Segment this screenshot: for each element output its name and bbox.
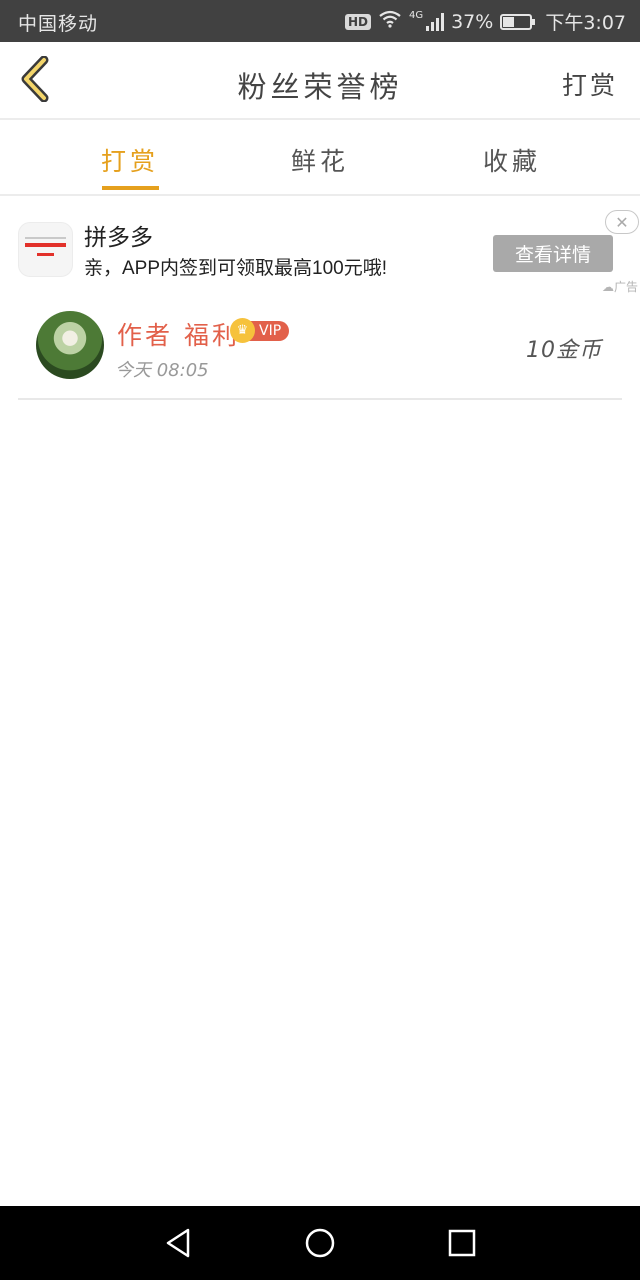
network-type: 4G — [408, 10, 424, 21]
battery-percent: 37% — [451, 10, 494, 33]
vip-label: VIP — [249, 320, 290, 341]
reward-amount: 10金币 — [526, 338, 602, 363]
clock: 下午3:07 — [545, 12, 626, 34]
active-tab-indicator — [102, 186, 159, 190]
crown-icon: ♛ — [230, 318, 255, 343]
user-name: 作者 福利 — [117, 321, 240, 350]
signal-icon — [426, 12, 445, 31]
status-icons: HD 4G 37% 下午3:07 — [344, 8, 626, 35]
cloud-icon: ☁ — [601, 280, 614, 294]
triangle-back-icon[interactable] — [160, 1225, 196, 1261]
hd-icon: HD — [344, 13, 371, 30]
avatar[interactable] — [36, 311, 104, 379]
circle-home-icon[interactable] — [302, 1225, 338, 1261]
wifi-icon — [378, 10, 402, 33]
tab-bar: 打赏 鲜花 收藏 — [0, 120, 640, 196]
ad-banner[interactable]: 拼多多 亲，APP内签到可领取最高100元哦! 查看详情 ✕ ☁广告 — [0, 198, 640, 298]
system-nav-bar — [0, 1206, 640, 1280]
close-icon[interactable]: ✕ — [605, 210, 639, 234]
carrier-name: 中国移动 — [18, 13, 99, 35]
ad-description: 亲，APP内签到可领取最高100元哦! — [84, 258, 387, 279]
ad-app-logo — [18, 222, 73, 277]
vip-badge: ♛ VIP — [230, 318, 290, 343]
status-bar: 中国移动 HD 4G 37% 下午3:07 — [0, 0, 640, 42]
list-item[interactable]: 作者 福利 ♛ VIP 今天 08:05 10金币 — [18, 300, 622, 400]
tab-reward[interactable]: 打赏 — [70, 142, 190, 178]
tab-flowers[interactable]: 鲜花 — [260, 142, 380, 178]
ad-tag-label: 广告 — [613, 280, 638, 294]
tab-favorites[interactable]: 收藏 — [452, 142, 572, 178]
reward-action-button[interactable]: 打赏 — [562, 66, 618, 102]
ad-view-details-button[interactable]: 查看详情 — [493, 235, 613, 272]
page-title: 粉丝荣誉榜 — [237, 70, 403, 104]
battery-icon — [500, 13, 536, 30]
ad-title: 拼多多 — [84, 224, 153, 250]
app-header: 粉丝荣誉榜 打赏 — [0, 42, 640, 120]
ad-tag: ☁广告 — [602, 278, 638, 295]
square-recents-icon[interactable] — [444, 1225, 480, 1261]
reward-time: 今天 08:05 — [115, 360, 209, 381]
